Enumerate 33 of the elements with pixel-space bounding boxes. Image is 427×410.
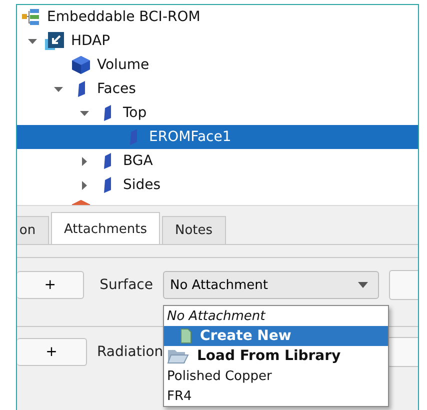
document-icon [180,328,192,344]
folder-icon [167,347,189,365]
collapse-arrow-icon[interactable] [54,84,62,94]
tree-item[interactable]: Top [17,101,418,125]
caret-icon [358,282,368,288]
attachment-dropdown[interactable]: No Attachment [163,271,379,299]
dropdown-option[interactable]: No Attachment [164,306,388,326]
expand-arrow-icon[interactable] [80,180,88,190]
collapse-arrow-icon[interactable] [28,36,36,46]
side-button[interactable] [387,337,418,367]
tree-item[interactable]: HDAP [17,29,418,53]
dropdown-option[interactable]: FR4 [164,386,388,406]
module-icon [45,31,65,51]
field-label: Surface [98,277,153,293]
dropdown-option[interactable]: Create New [164,326,388,346]
tab[interactable]: on [17,216,49,244]
expand-arrow-icon[interactable] [80,156,88,166]
tree-item[interactable]: Volume [17,53,418,77]
dropdown-option[interactable]: Polished Copper [164,366,388,386]
tree-item[interactable]: EROMFace1 [17,125,418,149]
add-button[interactable]: + [17,271,84,299]
collapse-arrow-icon[interactable] [80,108,88,118]
splitter-handle[interactable] [17,205,418,212]
cube-icon [71,55,91,75]
tab[interactable]: Attachments [51,212,160,244]
tree-item[interactable]: Embeddable BCI-ROM [17,5,418,29]
tab[interactable]: Notes [162,216,226,244]
tree-item[interactable]: BGA [17,149,418,173]
tree-item[interactable]: Faces [17,77,418,101]
tree-item[interactable]: Sides [17,173,418,197]
add-button[interactable]: + [17,338,87,366]
dropdown-option[interactable]: Load From Library [164,346,388,366]
hierarchy-icon [21,7,41,27]
